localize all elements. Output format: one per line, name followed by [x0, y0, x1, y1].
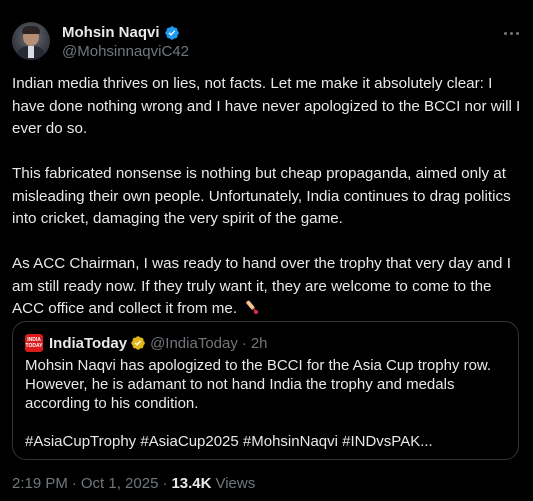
tweet-time[interactable]: 2:19 PM: [12, 475, 68, 492]
author-block: Mohsin Naqvi @MohsinnaqviC42: [62, 23, 189, 60]
tweet-text: Indian media thrives on lies, not facts.…: [12, 73, 524, 321]
tweet-header: Mohsin Naqvi @MohsinnaqviC42: [12, 22, 521, 62]
tweet-date[interactable]: Oct 1, 2025: [81, 475, 159, 492]
quoted-author-name[interactable]: IndiaToday: [49, 335, 127, 352]
quoted-text: Mohsin Naqvi has apologized to the BCCI …: [25, 357, 496, 450]
tweet-footer: 2:19 PM · Oct 1, 2025 · 13.4K Views: [12, 475, 255, 492]
verified-gold-badge-icon: [131, 336, 145, 350]
quoted-time[interactable]: 2h: [251, 335, 268, 352]
footer-separator: ·: [71, 475, 77, 492]
quoted-tweet[interactable]: INDIA TODAY IndiaToday @IndiaToday · 2h M…: [12, 321, 519, 460]
tweet: Mohsin Naqvi @MohsinnaqviC42 Indian medi…: [0, 0, 533, 501]
more-options-icon[interactable]: [501, 26, 521, 40]
verified-badge-icon: [164, 25, 179, 40]
footer-separator: ·: [162, 475, 168, 492]
views-label: Views: [215, 475, 256, 492]
tweet-paragraph: As ACC Chairman, I was ready to hand ove…: [12, 255, 516, 317]
quoted-hashtags[interactable]: #AsiaCupTrophy #AsiaCup2025 #MohsinNaqvi…: [25, 433, 433, 450]
author-name[interactable]: Mohsin Naqvi: [62, 24, 160, 41]
tweet-paragraph: This fabricated nonsense is nothing but …: [12, 165, 515, 227]
quoted-author-handle[interactable]: @IndiaToday: [150, 335, 238, 352]
quoted-separator: ·: [241, 334, 247, 352]
tweet-paragraph: Indian media thrives on lies, not facts.…: [12, 75, 525, 137]
author-handle[interactable]: @MohsinnaqviC42: [62, 43, 189, 60]
avatar[interactable]: [12, 22, 50, 60]
indiatoday-logo: INDIA TODAY: [25, 334, 43, 352]
cricket-bat-icon: [246, 300, 259, 314]
views-count[interactable]: 13.4K: [171, 475, 211, 492]
